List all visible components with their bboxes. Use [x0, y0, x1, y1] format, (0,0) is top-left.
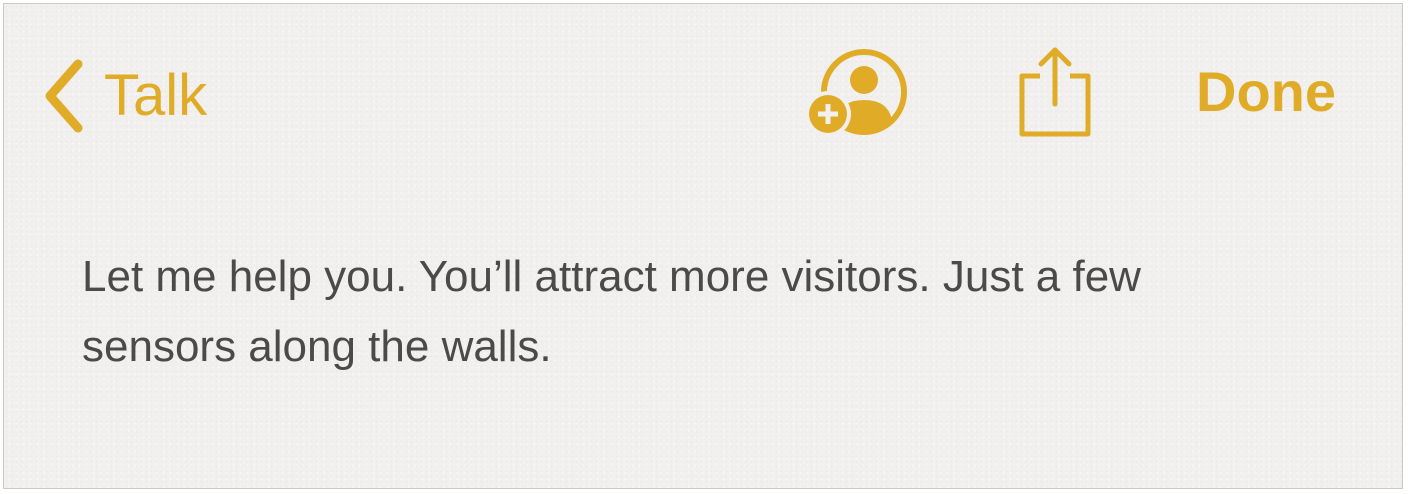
share-button[interactable]	[1014, 42, 1096, 142]
note-line: Let me help you. You’ll attract more vis…	[82, 252, 1141, 301]
chevron-left-icon	[45, 59, 83, 133]
done-button[interactable]: Done	[1196, 64, 1336, 120]
note-text[interactable]: Let me help you. You’ll attract more vis…	[82, 242, 1342, 382]
note-line: sensors along the walls.	[82, 322, 552, 371]
navigation-bar: Talk Done	[4, 4, 1402, 184]
back-button[interactable]: Talk	[38, 56, 207, 136]
add-person-icon	[805, 49, 907, 137]
back-button-label: Talk	[104, 63, 208, 128]
share-icon	[1019, 47, 1091, 137]
add-people-button[interactable]	[804, 48, 910, 138]
notes-window: Talk Done Let me help you. You’ll attrac…	[3, 3, 1403, 489]
